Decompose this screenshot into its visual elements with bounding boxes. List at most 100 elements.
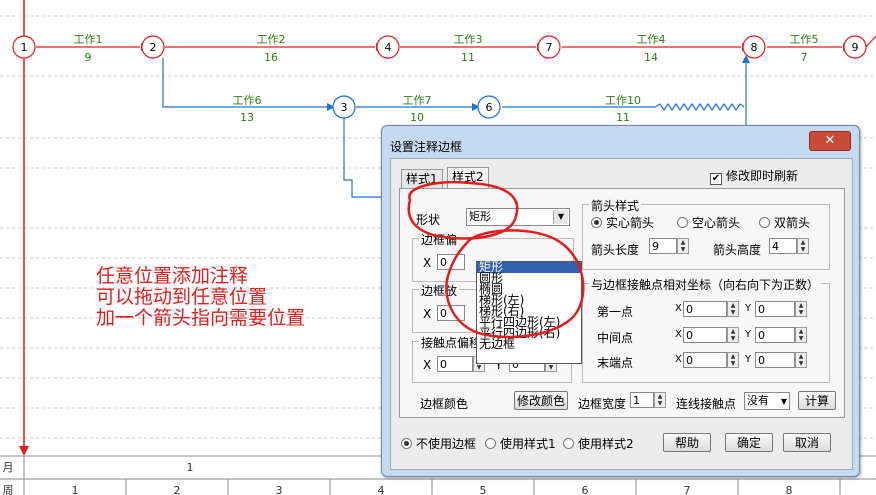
node-label: 4: [385, 41, 392, 54]
tab-panel: 形状 矩形 ▼ 边框偏 X 0 边框放 X 0 接触点偏移 X 0 ▲▼ Y 0: [399, 188, 845, 418]
arrow-style-double[interactable]: 双箭头: [759, 214, 810, 231]
shape-select-value: 矩形: [469, 210, 491, 223]
arrow-height-input[interactable]: 4: [769, 238, 797, 254]
node-label: 8: [751, 41, 758, 54]
radio-off-icon: [759, 217, 770, 228]
shape-dropdown-list: 矩形 圆形 椭圆 梯形(左) 梯形(右) 平行四边形(左) 平行四边形(右) 无…: [476, 261, 582, 364]
week-number: 2: [174, 484, 181, 495]
help-button[interactable]: 帮助: [663, 433, 711, 452]
modify-color-button[interactable]: 修改颜色: [514, 391, 568, 410]
x-label: X: [423, 307, 432, 321]
chevron-down-icon: ▼: [780, 397, 787, 406]
close-button[interactable]: ✕: [809, 131, 851, 151]
zoom-x-input[interactable]: 0: [437, 305, 465, 321]
offset-x-input[interactable]: 0: [437, 254, 465, 270]
arrow-length-input[interactable]: 9: [649, 238, 677, 254]
annotation-text[interactable]: 任意位置添加注释 可以拖动到任意位置 加一个箭头指向需要位置: [96, 266, 305, 329]
ok-button[interactable]: 确定: [725, 433, 773, 452]
node-label: 7: [546, 41, 553, 54]
border-zoom-label: 边框放: [419, 282, 460, 299]
border-width-input[interactable]: 1: [630, 392, 654, 408]
arrow-style-double-label: 双箭头: [774, 216, 811, 230]
point2-x-input[interactable]: 0: [683, 327, 727, 343]
connect-point-value: 没有: [747, 394, 769, 407]
shape-label: 形状: [416, 213, 441, 227]
arrow-name: 工作5: [790, 33, 819, 46]
chevron-down-icon[interactable]: ▼: [553, 210, 568, 224]
spin-arrows-icon[interactable]: ▲▼: [727, 327, 739, 343]
point-label: 末端点: [597, 356, 634, 370]
radio-style1[interactable]: 使用样式1: [485, 435, 556, 452]
point1-y-input[interactable]: 0: [755, 301, 795, 317]
x-label: X: [423, 256, 432, 270]
spin-arrows-icon[interactable]: ▲▼: [795, 301, 807, 317]
node-label: 2: [150, 41, 157, 54]
point3-y-input[interactable]: 0: [755, 352, 795, 368]
border-settings-dialog: 设置注释边框 ✕ ✔ 修改即时刷新 样式1 样式2 形状 矩形 ▼ 边框偏 X 0 …: [381, 125, 860, 477]
point1-x-input[interactable]: 0: [683, 301, 727, 317]
arrow-style-group: 箭头样式 实心箭头 空心箭头 双箭头 箭头长度 9 ▲ ▼ 箭头高度 4 ▲ ▼: [582, 197, 830, 270]
node-label: 6: [486, 101, 493, 114]
contact-x-input[interactable]: 0: [437, 356, 473, 372]
node-label: 3: [341, 101, 348, 114]
week-number: 7: [684, 484, 691, 495]
border-color-label: 边框颜色: [420, 397, 469, 411]
node-label: 9: [852, 41, 859, 54]
relative-coords-label: 与边框接触点相对坐标（向右向下为正数）: [589, 276, 822, 293]
arrow-style-solid[interactable]: 实心箭头: [591, 214, 654, 231]
spin-arrows-icon[interactable]: ▲▼: [727, 301, 739, 317]
spin-arrows-icon[interactable]: ▲▼: [677, 238, 689, 254]
annotation-line: 任意位置添加注释: [96, 265, 249, 287]
arrow-duration: 11: [616, 111, 630, 124]
week-number: 6: [582, 484, 589, 495]
x-label: X: [675, 329, 682, 340]
border-width-label: 边框宽度: [578, 397, 627, 411]
week-number: 3: [276, 484, 283, 495]
y-label: Y: [745, 354, 752, 365]
point-label: 第一点: [597, 305, 634, 319]
cancel-button[interactable]: 取消: [783, 433, 831, 452]
x-label: X: [675, 354, 682, 365]
radio-no-border[interactable]: 不使用边框: [401, 435, 476, 452]
arrow-style-hollow[interactable]: 空心箭头: [677, 214, 740, 231]
spin-arrows-icon[interactable]: ▲▼: [795, 327, 807, 343]
connect-point-select[interactable]: 没有 ▼: [744, 392, 790, 410]
tab-style1[interactable]: 样式1: [401, 169, 443, 189]
arrow-name: 工作1: [74, 33, 103, 46]
month-row-label: 月: [3, 461, 14, 474]
arrow-duration: 13: [240, 111, 254, 124]
week-number: 4: [378, 484, 385, 495]
border-offset-label: 边框偏: [419, 231, 460, 248]
dialog-title: 设置注释边框: [390, 140, 463, 154]
arrow-length-label: 箭头长度: [591, 243, 640, 257]
arrow-name: 工作10: [605, 94, 641, 107]
radio-no-border-label: 不使用边框: [416, 437, 477, 451]
radio-style2-label: 使用样式2: [578, 437, 634, 451]
arrow-style-hollow-label: 空心箭头: [692, 216, 741, 230]
refresh-checkbox[interactable]: ✔ 修改即时刷新: [710, 167, 798, 185]
tab-style2[interactable]: 样式2: [447, 167, 489, 189]
spin-arrows-icon[interactable]: ▲▼: [795, 352, 807, 368]
y-label: Y: [745, 329, 752, 340]
radio-off-icon: [563, 438, 574, 449]
x-label: X: [423, 358, 432, 372]
arrow-duration: 7: [801, 51, 808, 64]
arrow-duration: 9: [85, 51, 92, 64]
shape-select[interactable]: 矩形 ▼: [466, 208, 570, 226]
point3-x-input[interactable]: 0: [683, 352, 727, 368]
radio-off-icon: [485, 438, 496, 449]
spin-arrows-icon[interactable]: ▲▼: [797, 238, 809, 254]
dialog-client: ✔ 修改即时刷新 样式1 样式2 形状 矩形 ▼ 边框偏 X 0 边框放 X 0 接…: [390, 158, 853, 470]
shape-option[interactable]: 无边框: [477, 338, 581, 350]
contact-offset-label: 接触点偏移: [419, 334, 484, 351]
calc-button[interactable]: 计算: [798, 391, 836, 410]
arrow-style-solid-label: 实心箭头: [606, 216, 655, 230]
week-number: 5: [480, 484, 487, 495]
radio-off-icon: [677, 217, 688, 228]
month-value: 1: [187, 461, 194, 474]
spin-arrows-icon[interactable]: ▲▼: [654, 392, 666, 408]
point2-y-input[interactable]: 0: [755, 327, 795, 343]
week-number: 8: [786, 484, 793, 495]
radio-style2[interactable]: 使用样式2: [563, 435, 634, 452]
spin-arrows-icon[interactable]: ▲▼: [727, 352, 739, 368]
